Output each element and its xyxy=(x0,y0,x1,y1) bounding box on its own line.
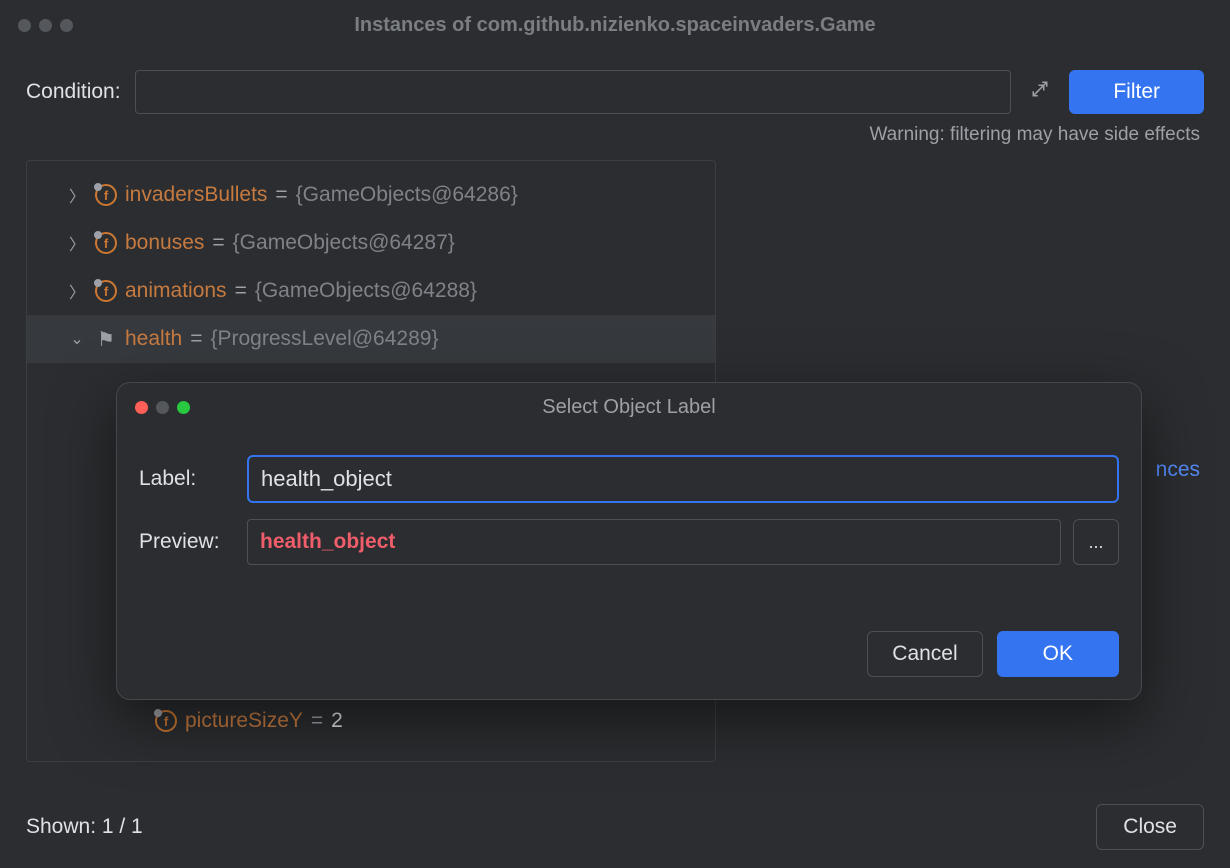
tree-row[interactable]: ⌄ ⚑ health = {ProgressLevel@64289} xyxy=(27,315,715,363)
chevron-down-icon[interactable]: ⌄ xyxy=(67,329,87,349)
tree-row[interactable]: 〉 f invadersBullets = {GameObjects@64286… xyxy=(27,171,715,219)
preview-box: health_object xyxy=(247,519,1061,565)
close-button[interactable]: Close xyxy=(1096,804,1204,850)
label-field-label: Label: xyxy=(139,467,235,491)
modal-title: Select Object Label xyxy=(117,396,1141,419)
window-title: Instances of com.github.nizienko.spacein… xyxy=(0,14,1230,37)
variable-value: 2 xyxy=(331,709,343,733)
equals: = xyxy=(190,327,202,351)
variable-name: invadersBullets xyxy=(125,183,267,207)
condition-label: Condition: xyxy=(26,80,121,104)
label-input[interactable] xyxy=(247,455,1119,503)
preview-value: health_object xyxy=(260,530,395,554)
chevron-right-icon[interactable]: 〉 xyxy=(67,279,87,303)
equals: = xyxy=(212,231,224,255)
shown-count: Shown: 1 / 1 xyxy=(26,815,143,839)
field-icon: f xyxy=(155,710,177,732)
filter-button[interactable]: Filter xyxy=(1069,70,1204,114)
select-object-label-dialog: Select Object Label Label: Preview: heal… xyxy=(116,382,1142,700)
chevron-right-icon[interactable]: 〉 xyxy=(67,231,87,255)
equals: = xyxy=(235,279,247,303)
chevron-right-icon[interactable]: 〉 xyxy=(67,183,87,207)
partial-link[interactable]: nces xyxy=(1156,458,1200,482)
equals: = xyxy=(275,183,287,207)
preview-label: Preview: xyxy=(139,530,235,554)
more-button[interactable]: ... xyxy=(1073,519,1119,565)
variable-value: {ProgressLevel@64289} xyxy=(210,327,438,351)
flag-icon: ⚑ xyxy=(95,327,117,352)
field-icon: f xyxy=(95,184,117,206)
filter-warning: Warning: filtering may have side effects xyxy=(0,118,1230,160)
equals: = xyxy=(311,709,323,733)
condition-input[interactable] xyxy=(135,70,1012,114)
expand-icon[interactable] xyxy=(1025,80,1055,104)
field-icon: f xyxy=(95,280,117,302)
tree-row[interactable]: 〉 f bonuses = {GameObjects@64287} xyxy=(27,219,715,267)
ok-button[interactable]: OK xyxy=(997,631,1119,677)
field-icon: f xyxy=(95,232,117,254)
tree-row[interactable]: 〉 f pictureSizeY = 2 xyxy=(27,697,715,745)
variable-name: animations xyxy=(125,279,227,303)
variable-value: {GameObjects@64286} xyxy=(296,183,518,207)
tree-row[interactable]: 〉 f animations = {GameObjects@64288} xyxy=(27,267,715,315)
variable-value: {GameObjects@64288} xyxy=(255,279,477,303)
cancel-button[interactable]: Cancel xyxy=(867,631,982,677)
variable-value: {GameObjects@64287} xyxy=(233,231,455,255)
variable-name: pictureSizeY xyxy=(185,709,303,733)
variable-name: bonuses xyxy=(125,231,204,255)
variable-name: health xyxy=(125,327,182,351)
titlebar: Instances of com.github.nizienko.spacein… xyxy=(0,0,1230,50)
